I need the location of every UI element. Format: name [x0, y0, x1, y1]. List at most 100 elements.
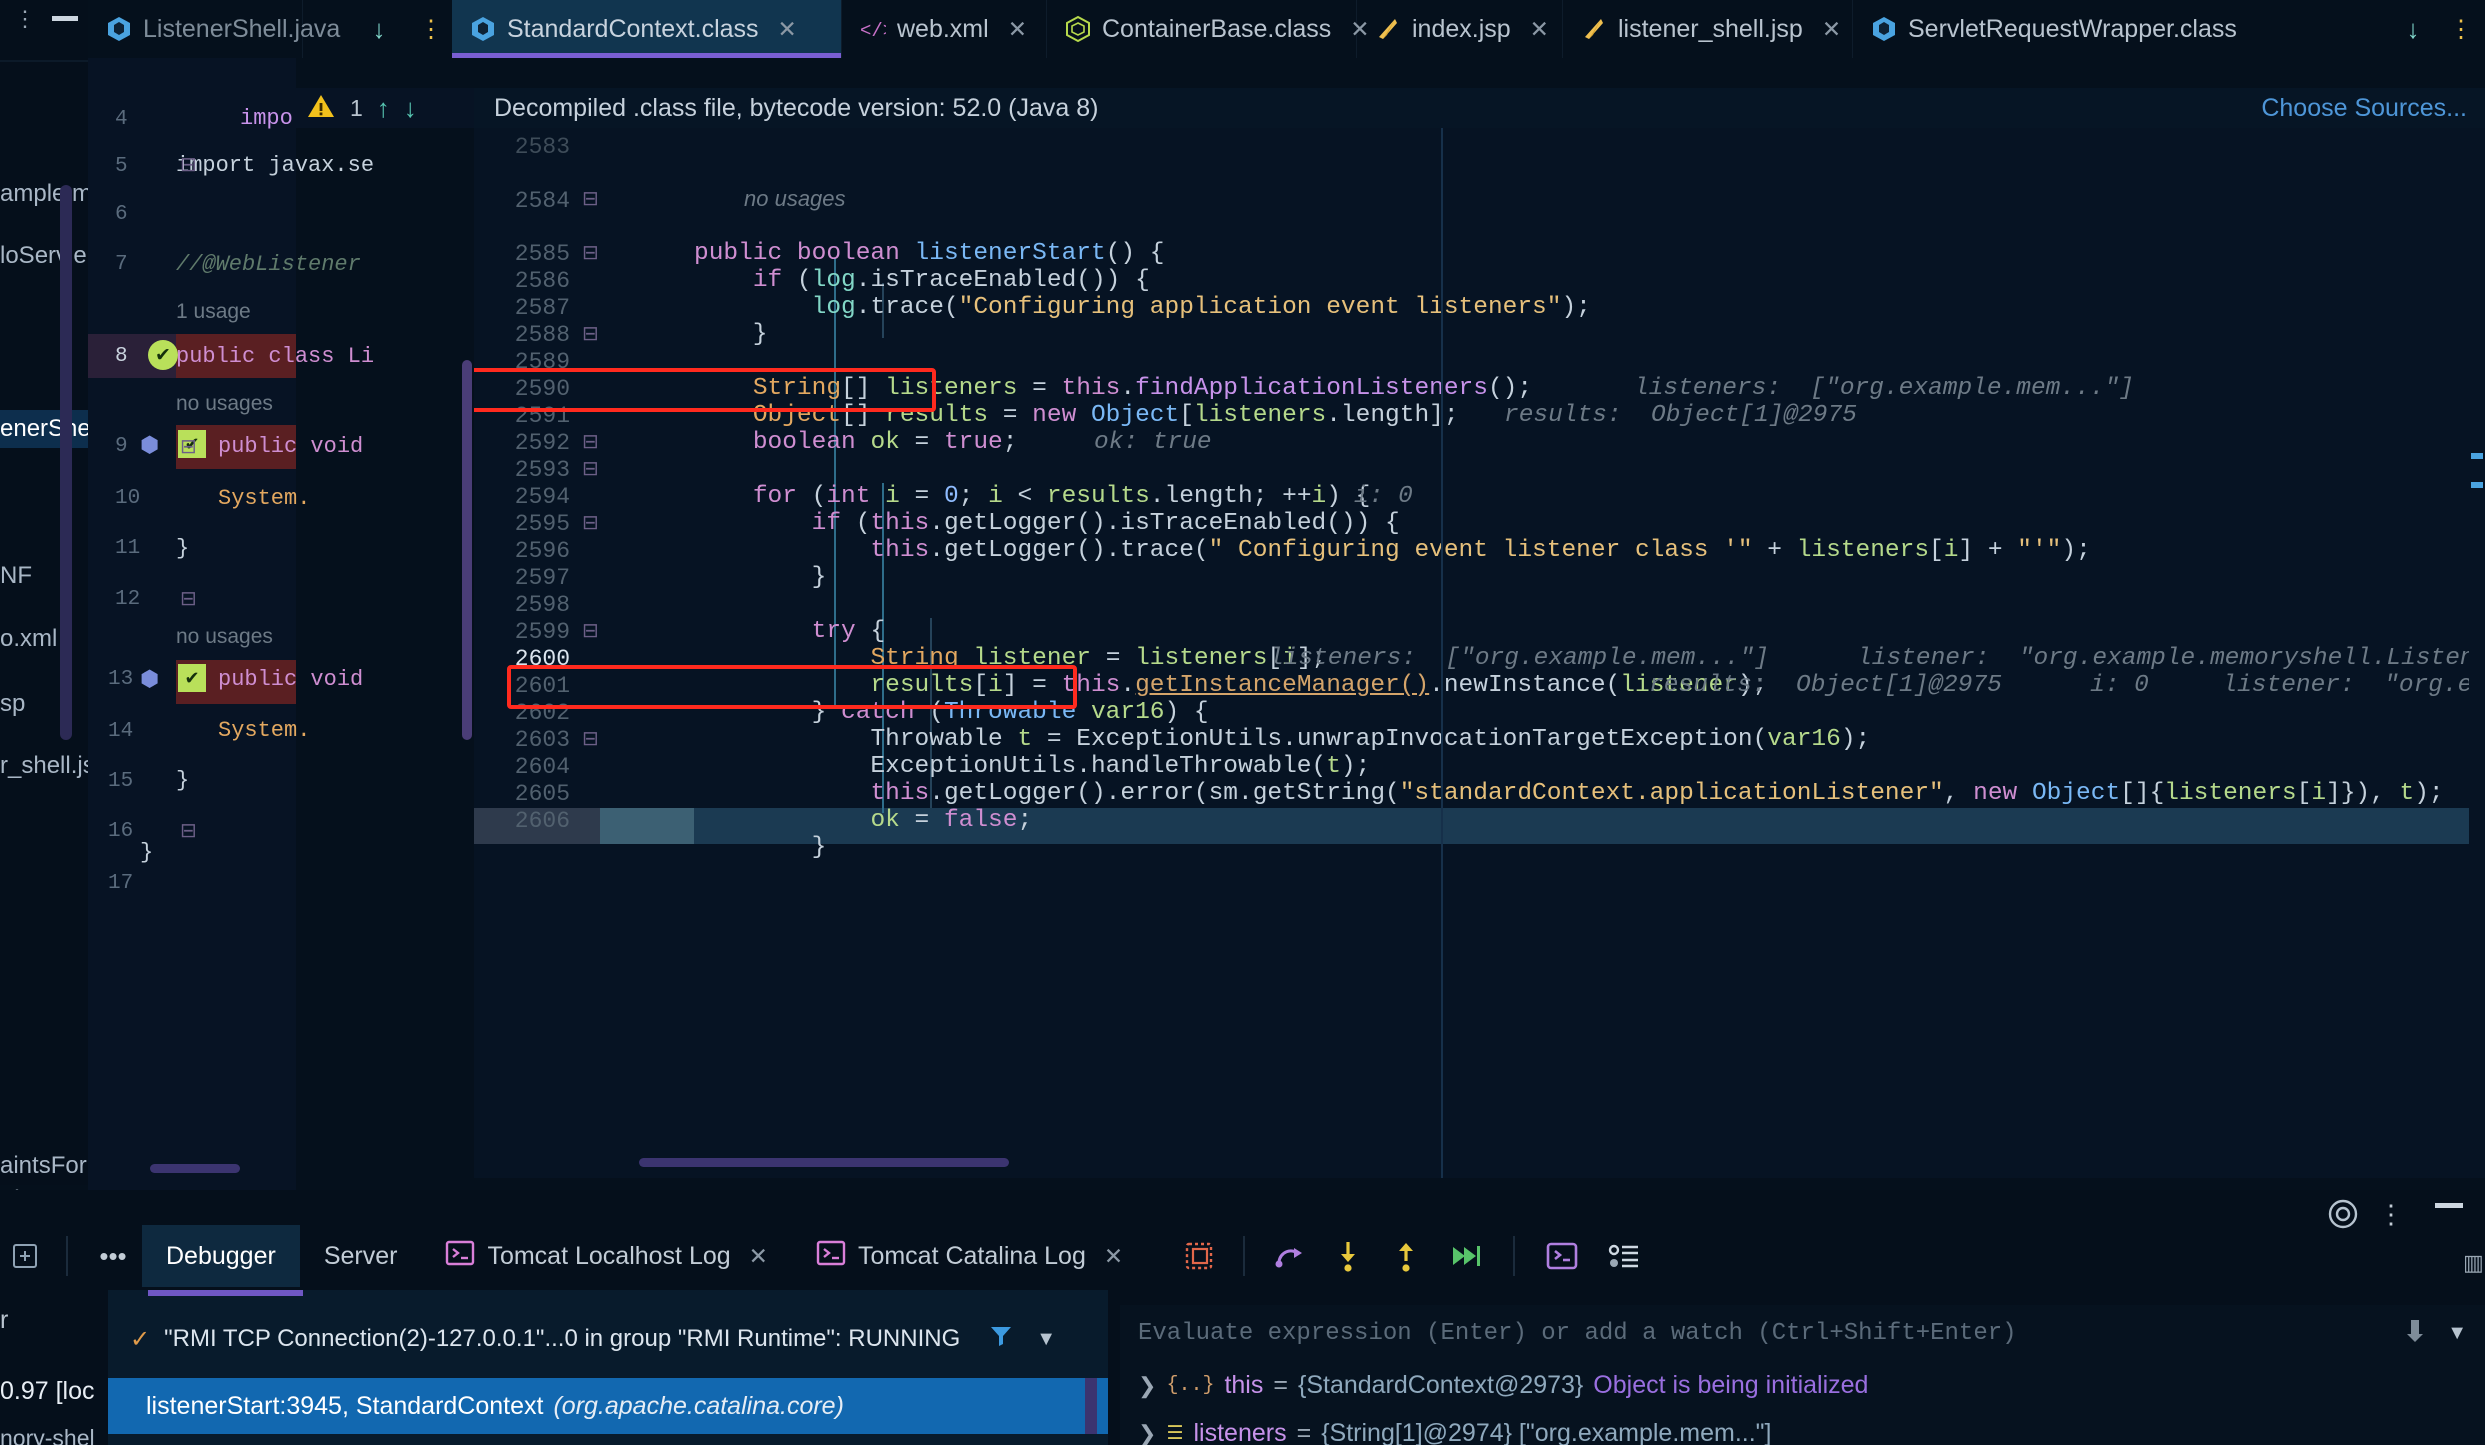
run-check-icon[interactable]: ✔: [148, 340, 178, 370]
project-tree-item[interactable]: o.xml: [0, 625, 57, 653]
fold-marker[interactable]: ⊟: [180, 818, 197, 843]
close-icon[interactable]: ✕: [1104, 1243, 1123, 1270]
project-tree-item[interactable]: enerShe: [0, 415, 91, 443]
usage-hint[interactable]: 1 usage: [176, 300, 251, 324]
left-editor-hscrollbar[interactable]: [150, 1164, 240, 1173]
inline-hint-2589[interactable]: listeners: ["org.example.mem..."]: [1634, 375, 2134, 402]
warning-icon[interactable]: [306, 92, 336, 125]
fold-marker[interactable]: ⊟: [582, 618, 599, 643]
project-tree-item[interactable]: NF: [0, 562, 32, 590]
tab-servletrequestwrapper-class[interactable]: ServletRequestWrapper.class: [1853, 0, 2285, 58]
tab-containerbase-class[interactable]: ContainerBase.class ✕: [1047, 0, 1370, 58]
more-options-icon[interactable]: ⋮: [2369, 1190, 2413, 1238]
tab-download-sources-icon[interactable]: ↓: [358, 0, 400, 58]
fold-marker[interactable]: ⊟: [582, 726, 599, 751]
code-line-2604: this.getLogger().error(sm.getString("sta…: [870, 780, 2444, 807]
chevron-down-icon[interactable]: ▼: [1036, 1328, 1056, 1351]
editor-hscrollbar[interactable]: [639, 1158, 1009, 1167]
tab-tomcat-catalina-log[interactable]: Tomcat Catalina Log ✕: [792, 1225, 1147, 1287]
fold-marker[interactable]: ⊟: [582, 510, 599, 535]
chevron-down-icon[interactable]: ▼: [2447, 1322, 2467, 1345]
collapse-icon[interactable]: [52, 16, 78, 21]
more-tabs-icon[interactable]: •••: [84, 1241, 142, 1272]
frames-scrollbar[interactable]: [1085, 1378, 1097, 1434]
override-icon[interactable]: ⬢: [140, 666, 159, 692]
usage-hint[interactable]: no usages: [176, 625, 273, 649]
usage-hint[interactable]: no usages: [744, 186, 846, 212]
run-to-cursor-icon[interactable]: [1435, 1241, 1497, 1271]
project-tree-item[interactable]: sp: [0, 690, 25, 718]
debugger-thread-selector[interactable]: ✓ "RMI TCP Connection(2)-127.0.0.1"...0 …: [108, 1312, 1108, 1366]
step-out-icon[interactable]: [1377, 1239, 1435, 1273]
tab-listenershell-java[interactable]: ListenerShell.java: [88, 0, 340, 58]
class-file-icon: [470, 15, 496, 43]
choose-sources-link[interactable]: Choose Sources...: [2261, 94, 2467, 123]
fold-marker[interactable]: ⊟: [582, 321, 599, 346]
expand-chevron-icon[interactable]: ❯: [1138, 1373, 1156, 1399]
tab-web-xml[interactable]: </> web.xml ✕: [842, 0, 1047, 58]
fold-marker[interactable]: ⊟: [582, 429, 599, 454]
variable-row-listeners[interactable]: ❯ ☰ listeners = {String[1]@2974} ["org.e…: [1138, 1419, 1771, 1445]
inline-hint-2591[interactable]: ok: true: [1094, 429, 1212, 456]
code-editor-standardcontext[interactable]: 2583 2584 2585 2586 2587 2588 2589 2590 …: [474, 128, 2485, 1178]
close-icon[interactable]: ✕: [749, 1243, 768, 1270]
tab-debugger[interactable]: Debugger: [142, 1225, 300, 1287]
tab-options-icon[interactable]: ⋮: [410, 0, 452, 58]
inline-hint-2590[interactable]: results: Object[1]@2975: [1504, 402, 1857, 429]
tab-server[interactable]: Server: [300, 1225, 422, 1287]
evaluate-expression-icon[interactable]: [1531, 1240, 1593, 1272]
previous-problem-icon[interactable]: ↑: [377, 93, 390, 124]
fold-marker[interactable]: ⊟: [180, 434, 197, 459]
tab-download-sources-icon[interactable]: ↓: [2392, 0, 2434, 58]
variable-row-this[interactable]: ❯ {..} this = {StandardContext@2973} Obj…: [1138, 1371, 1868, 1400]
editor-vertical-scrollbar[interactable]: [462, 360, 472, 740]
tab-index-jsp[interactable]: index.jsp ✕: [1357, 0, 1563, 58]
project-tree-item[interactable]: r_shell.js: [0, 752, 95, 780]
inline-hint-2600[interactable]: results: Object[1]@2975 i: 0 listener: "…: [1649, 672, 2485, 699]
pane-resize-handle[interactable]: [148, 1290, 303, 1296]
tab-options-icon[interactable]: ⋮: [2440, 0, 2482, 58]
run-check-icon[interactable]: ✔: [178, 664, 206, 692]
debugger-stack-frame-selected[interactable]: listenerStart:3945, StandardContext (org…: [108, 1378, 1108, 1434]
editor-marker-bar[interactable]: [2469, 128, 2485, 1178]
step-into-icon[interactable]: [1319, 1239, 1377, 1273]
marker[interactable]: [2471, 482, 2483, 488]
usage-hint[interactable]: no usages: [176, 392, 273, 416]
code-line-2598: try {: [811, 618, 886, 645]
fold-marker[interactable]: ⊟: [180, 586, 197, 611]
mute-breakpoints-icon[interactable]: [1171, 1240, 1227, 1272]
fold-marker[interactable]: ⊟: [180, 152, 197, 177]
tab-tomcat-localhost-log[interactable]: Tomcat Localhost Log ✕: [421, 1225, 791, 1287]
fold-marker[interactable]: ⊟: [582, 240, 599, 265]
settings-list-icon[interactable]: [1593, 1241, 1655, 1271]
override-icon[interactable]: ⬢: [140, 432, 159, 458]
tab-label: ContainerBase.class: [1102, 14, 1332, 43]
layout-icon[interactable]: ▥: [2463, 1250, 2484, 1275]
pin-icon[interactable]: [2403, 1317, 2427, 1350]
filter-icon[interactable]: [988, 1323, 1014, 1356]
debugger-variables-pane[interactable]: ❯ {..} this = {StandardContext@2973} Obj…: [1120, 1361, 2485, 1445]
fold-marker[interactable]: ⊟: [582, 456, 599, 481]
tab-listener-shell-jsp[interactable]: listener_shell.jsp ✕: [1563, 0, 1853, 58]
target-icon[interactable]: [2321, 1190, 2365, 1238]
left-editor-scrollbar[interactable]: [60, 185, 72, 740]
tab-standardcontext-class[interactable]: StandardContext.class ✕: [452, 0, 842, 58]
fold-marker[interactable]: ⊟: [582, 186, 599, 211]
inline-hint-2593[interactable]: i: 0: [1354, 483, 1413, 510]
marker[interactable]: [2471, 453, 2483, 459]
expand-chevron-icon[interactable]: ❯: [1138, 1421, 1156, 1445]
close-icon[interactable]: ✕: [1822, 16, 1841, 43]
step-over-icon[interactable]: [1261, 1240, 1319, 1272]
close-icon[interactable]: ✕: [778, 16, 797, 43]
project-tree-item[interactable]: loServle: [0, 242, 87, 270]
close-icon[interactable]: ✕: [1530, 16, 1549, 43]
hide-panel-icon[interactable]: [2435, 1203, 2463, 1208]
project-tree-item[interactable]: ample.m: [0, 180, 92, 208]
add-tab-icon[interactable]: [0, 1241, 50, 1271]
more-options-icon[interactable]: ⋮: [14, 8, 36, 30]
close-icon[interactable]: ✕: [1008, 16, 1027, 43]
status-hint-paints: aintsFor: [0, 1152, 87, 1179]
next-problem-icon[interactable]: ↓: [404, 93, 417, 124]
inline-hint-2599[interactable]: listeners: ["org.example.mem..."] listen…: [1269, 645, 2485, 672]
evaluate-expression-bar[interactable]: Evaluate expression (Enter) or add a wat…: [1120, 1305, 2485, 1361]
